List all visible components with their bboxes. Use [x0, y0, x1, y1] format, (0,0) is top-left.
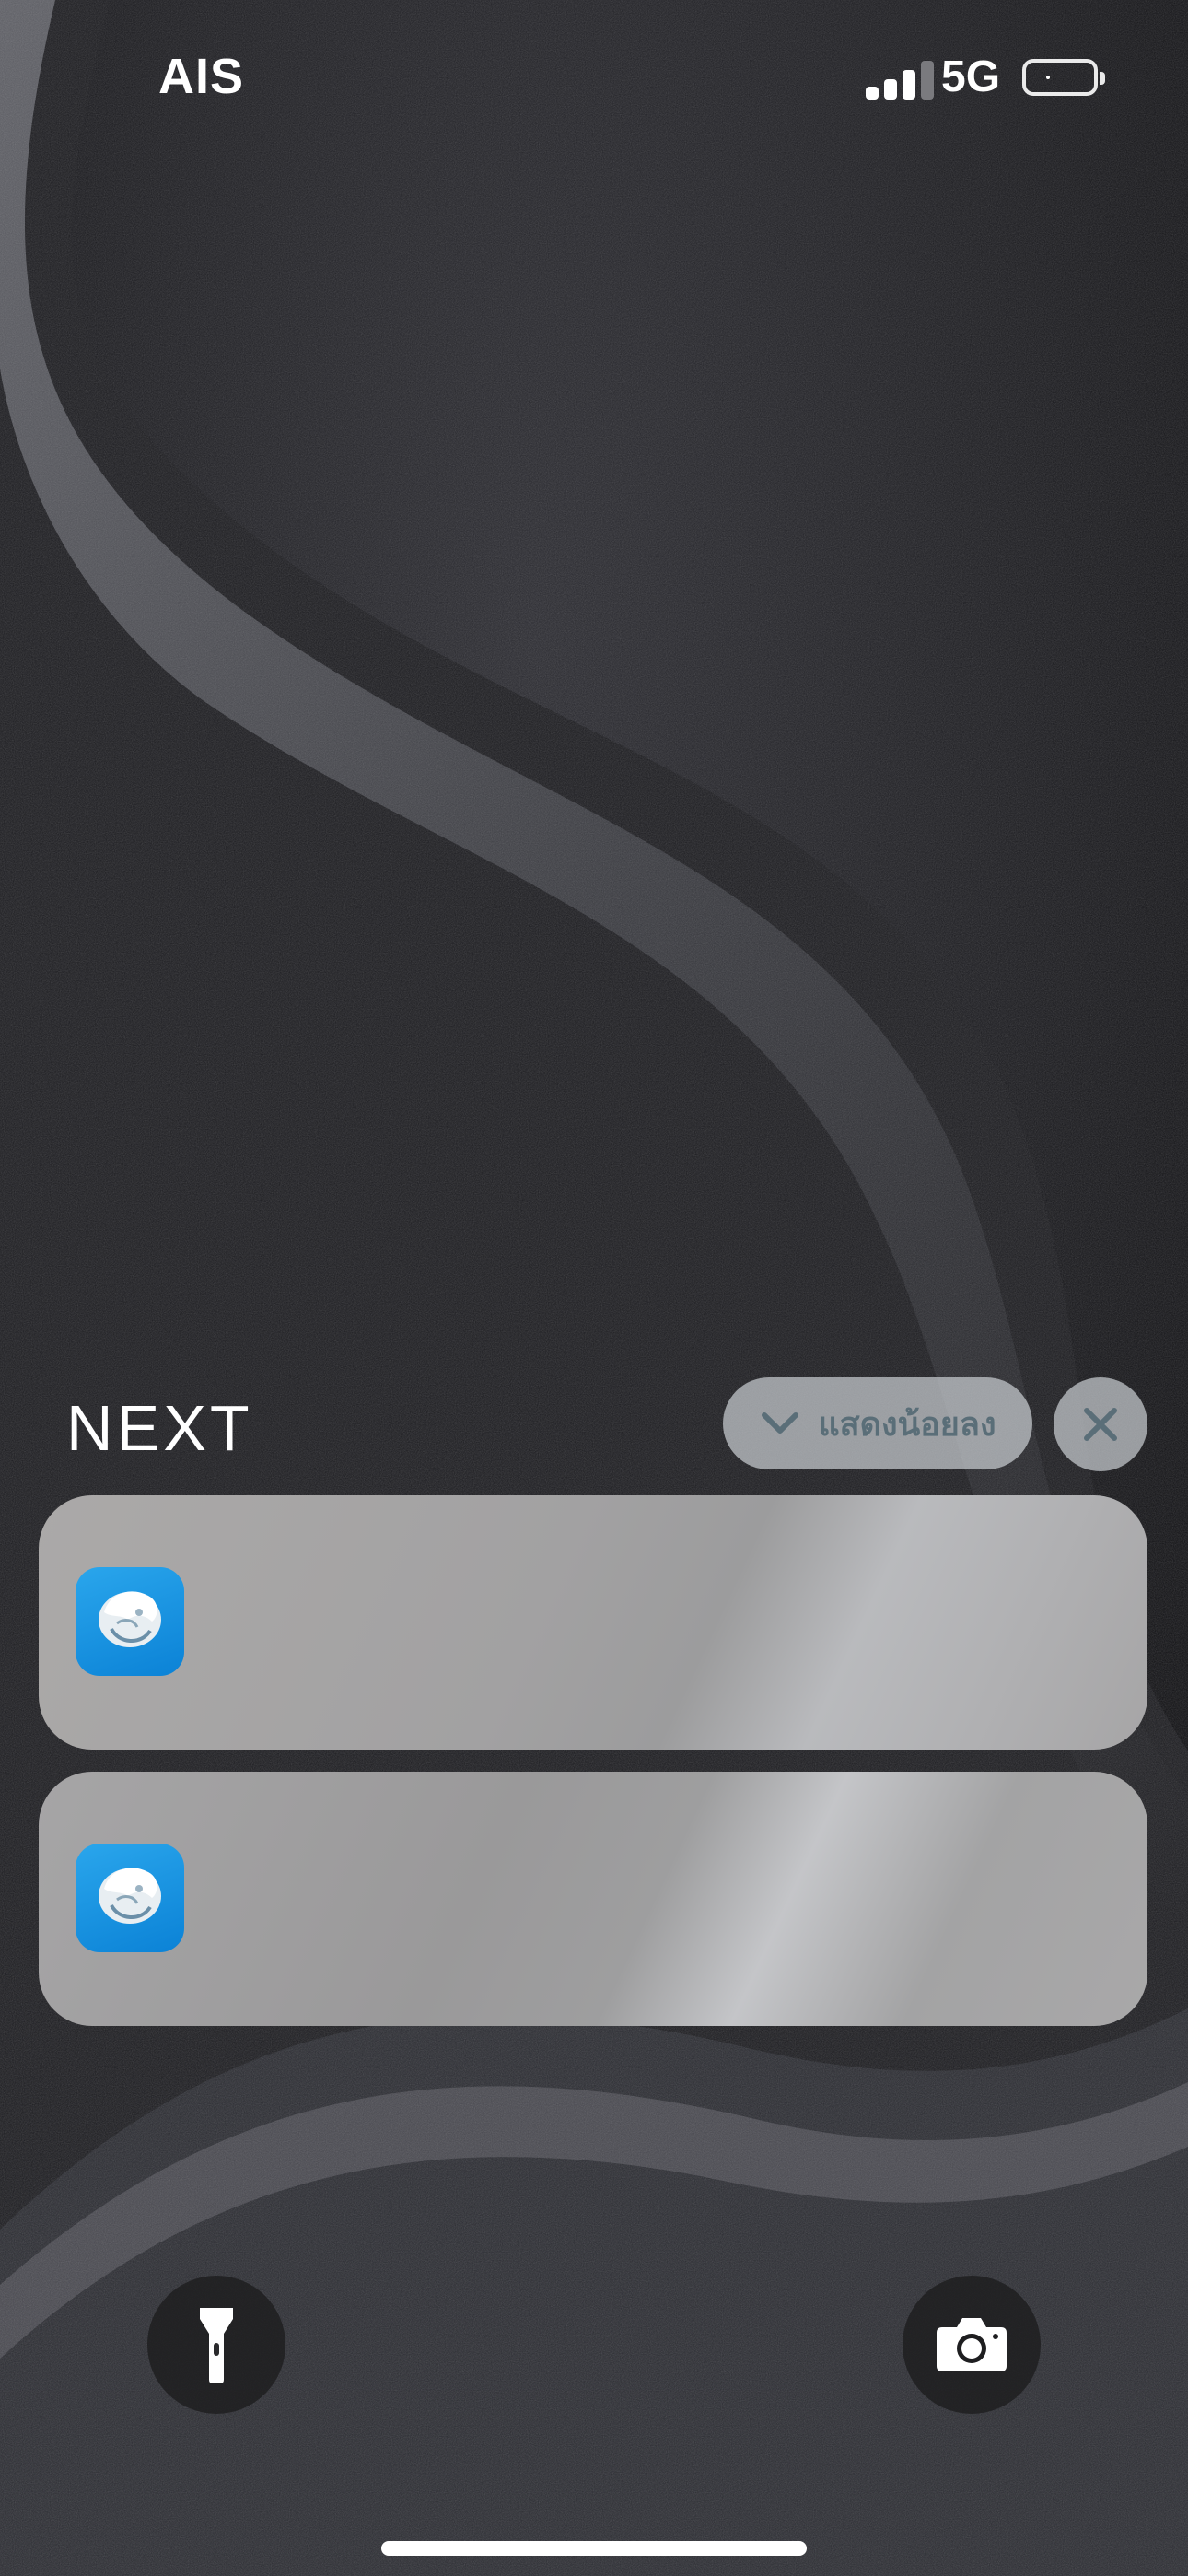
krungthai-next-app-icon: [76, 1844, 184, 1952]
chevron-down-icon: [762, 1412, 799, 1434]
clear-notifications-button[interactable]: [1054, 1377, 1147, 1471]
camera-button[interactable]: [903, 2276, 1041, 2414]
carrier-name: AIS: [158, 49, 245, 104]
notification-group-title: NEXT: [66, 1392, 253, 1464]
flashlight-icon: [200, 2308, 233, 2383]
krungthai-next-app-icon: [76, 1567, 184, 1676]
flashlight-button[interactable]: [147, 2276, 285, 2414]
show-less-label: แสดงน้อยลง: [818, 1404, 996, 1443]
network-type: 5G: [941, 53, 1001, 101]
battery-icon: [1022, 59, 1105, 96]
notification-card[interactable]: [39, 1495, 1147, 1750]
show-less-button[interactable]: แสดงน้อยลง: [723, 1377, 1032, 1469]
lock-screen-wallpaper: [0, 0, 1188, 2576]
notification-card[interactable]: [39, 1772, 1147, 2026]
close-icon: [1084, 1408, 1117, 1441]
camera-icon: [937, 2318, 1007, 2371]
home-indicator[interactable]: [381, 2541, 807, 2556]
status-bar: AIS 5G: [0, 0, 1188, 157]
cellular-signal-icon: [866, 61, 936, 100]
